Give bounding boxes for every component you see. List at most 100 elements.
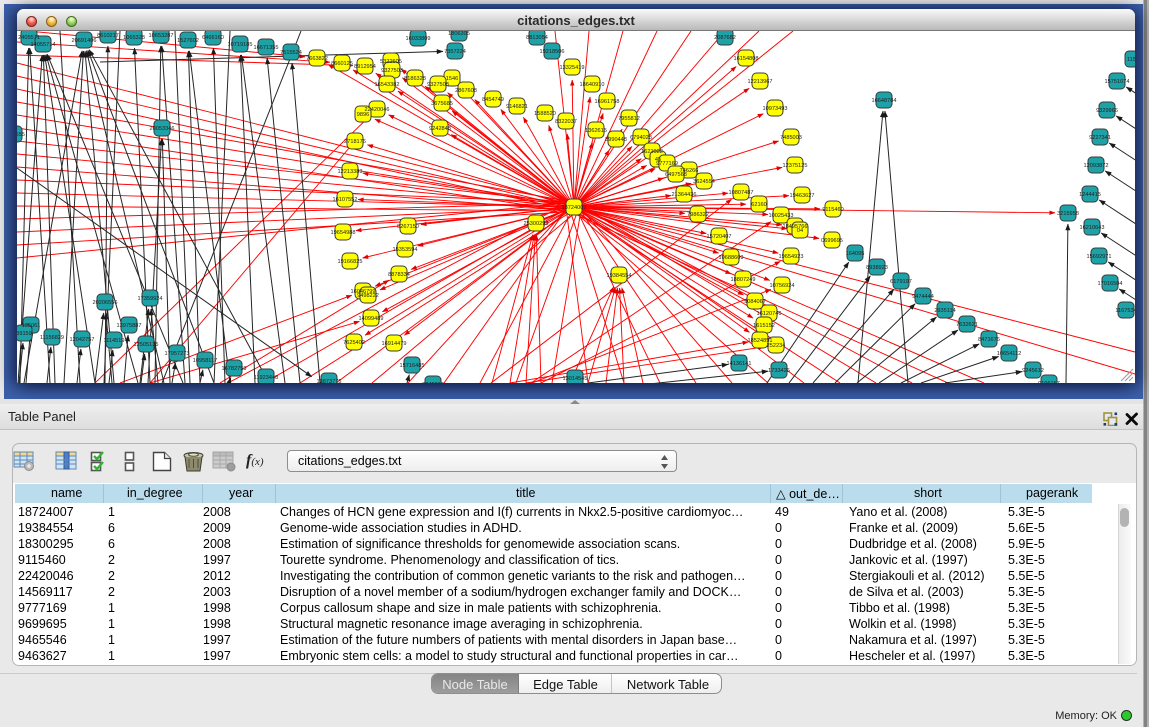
svg-text:10719185: 10719185: [228, 42, 253, 48]
svg-text:6179197: 6179197: [890, 279, 912, 285]
svg-text:16210643: 16210643: [1080, 225, 1105, 231]
svg-text:252234: 252234: [767, 343, 786, 349]
svg-text:2620655: 2620655: [17, 132, 25, 138]
svg-text:19218506: 19218506: [540, 49, 565, 55]
svg-text:18640910: 18640910: [580, 82, 605, 88]
svg-text:6466160: 6466160: [202, 35, 224, 41]
svg-text:9242848: 9242848: [429, 126, 451, 132]
svg-text:16914479: 16914479: [382, 341, 407, 347]
svg-text:10025433: 10025433: [769, 213, 794, 219]
svg-text:62160: 62160: [751, 202, 767, 208]
svg-text:20206556: 20206556: [93, 300, 118, 306]
svg-text:16543382: 16543382: [375, 82, 400, 88]
svg-text:1527602: 1527602: [177, 38, 199, 44]
svg-text:3624554: 3624554: [693, 179, 715, 185]
svg-text:11923448: 11923448: [254, 375, 278, 381]
svg-text:16782759: 16782759: [222, 366, 247, 372]
svg-text:0699695: 0699695: [821, 238, 843, 244]
svg-text:9327508: 9327508: [427, 82, 449, 88]
svg-text:11156829: 11156829: [40, 335, 64, 341]
svg-text:2867608: 2867608: [455, 88, 477, 94]
svg-text:1806305: 1806305: [448, 31, 470, 37]
svg-text:1362615: 1362615: [585, 128, 607, 134]
svg-text:10688609: 10688609: [719, 255, 744, 261]
svg-text:5322605: 5322605: [380, 59, 402, 65]
svg-text:15720407: 15720407: [707, 234, 732, 240]
svg-text:25300293: 25300293: [524, 221, 549, 227]
svg-text:6497568: 6497568: [665, 172, 687, 178]
svg-text:9329966: 9329966: [1096, 108, 1118, 114]
svg-text:9777169: 9777169: [656, 161, 678, 167]
svg-text:1733426: 1733426: [768, 368, 790, 374]
svg-text:1151: 1151: [1127, 57, 1135, 63]
svg-text:19654923: 19654923: [779, 254, 804, 260]
svg-text:13014545: 13014545: [563, 376, 588, 382]
svg-text:14055714: 14055714: [31, 42, 56, 48]
svg-text:12213383: 12213383: [338, 169, 363, 175]
svg-text:8322037: 8322037: [555, 119, 577, 125]
svg-text:8454749: 8454749: [482, 97, 504, 103]
svg-text:9115460: 9115460: [822, 207, 843, 213]
svg-text:2935114: 2935114: [934, 308, 955, 314]
svg-text:19384554: 19384554: [607, 273, 632, 279]
svg-text:39159: 39159: [17, 331, 32, 337]
svg-text:8610217: 8610217: [97, 33, 119, 39]
svg-text:7955812: 7955812: [618, 116, 640, 122]
svg-text:6794028: 6794028: [630, 135, 652, 141]
svg-text:1114519: 1114519: [104, 338, 125, 344]
svg-text:135061: 135061: [22, 323, 41, 329]
svg-text:16961758: 16961758: [595, 99, 620, 105]
svg-text:8990448: 8990448: [605, 137, 627, 143]
svg-text:16648784: 16648784: [872, 98, 897, 104]
svg-text:13975887: 13975887: [117, 323, 142, 329]
svg-text:1167534: 1167534: [1115, 308, 1135, 314]
svg-text:7357224: 7357224: [444, 49, 466, 55]
svg-text:14136141: 14136141: [727, 361, 752, 367]
svg-text:8912954: 8912954: [354, 64, 376, 70]
svg-text:9327503: 9327503: [381, 68, 403, 74]
svg-text:19654988: 19654988: [331, 230, 356, 236]
svg-text:12213967: 12213967: [748, 79, 773, 85]
svg-text:04: 04: [797, 228, 803, 234]
svg-text:1588520: 1588520: [534, 111, 556, 117]
svg-text:15353594: 15353594: [393, 247, 418, 253]
svg-text:10756924: 10756924: [770, 283, 795, 289]
svg-text:9896: 9896: [357, 112, 369, 118]
svg-text:21364436: 21364436: [672, 192, 697, 198]
svg-text:1615152: 1615152: [753, 323, 775, 329]
svg-text:10807487: 10807487: [729, 190, 754, 196]
svg-text:17359924: 17359924: [138, 296, 163, 302]
svg-text:9146821: 9146821: [506, 104, 528, 110]
svg-text:9474444: 9474444: [912, 294, 934, 300]
svg-text:10654112: 10654112: [997, 351, 1021, 357]
svg-text:8267150: 8267150: [397, 224, 419, 230]
svg-text:10958117: 10958117: [193, 358, 217, 364]
svg-text:9196157: 9196157: [1038, 381, 1060, 383]
svg-text:12042757: 12042757: [70, 337, 95, 343]
svg-text:20053346: 20053346: [150, 126, 175, 132]
svg-text:10653287: 10653287: [149, 33, 174, 39]
svg-text:8813054: 8813054: [526, 35, 548, 41]
svg-text:10973493: 10973493: [763, 106, 788, 112]
svg-text:8660125: 8660125: [331, 61, 353, 67]
svg-text:9245612: 9245612: [1022, 368, 1044, 374]
svg-text:7485003: 7485003: [780, 135, 802, 141]
svg-text:7515524: 7515524: [280, 50, 302, 56]
svg-text:9245012: 9245012: [422, 382, 444, 383]
svg-text:17957273: 17957273: [165, 351, 190, 357]
svg-text:13873775: 13873775: [317, 379, 342, 383]
svg-text:16033809: 16033809: [406, 36, 431, 42]
svg-text:7663822: 7663822: [306, 56, 328, 62]
svg-text:20691406: 20691406: [72, 38, 97, 44]
svg-text:2087682: 2087682: [714, 35, 736, 41]
svg-text:15692971: 15692971: [1087, 254, 1112, 260]
svg-text:7632621: 7632621: [956, 322, 978, 328]
svg-text:7625402: 7625402: [343, 340, 365, 346]
svg-text:3215958: 3215958: [1057, 211, 1079, 217]
svg-text:12375125: 12375125: [783, 163, 808, 169]
svg-text:12093872: 12093872: [1084, 163, 1109, 169]
svg-text:16120746: 16120746: [757, 311, 782, 317]
svg-text:12505135: 12505135: [134, 342, 159, 348]
svg-text:1065328: 1065328: [123, 35, 145, 41]
svg-text:9084067: 9084067: [744, 299, 766, 305]
